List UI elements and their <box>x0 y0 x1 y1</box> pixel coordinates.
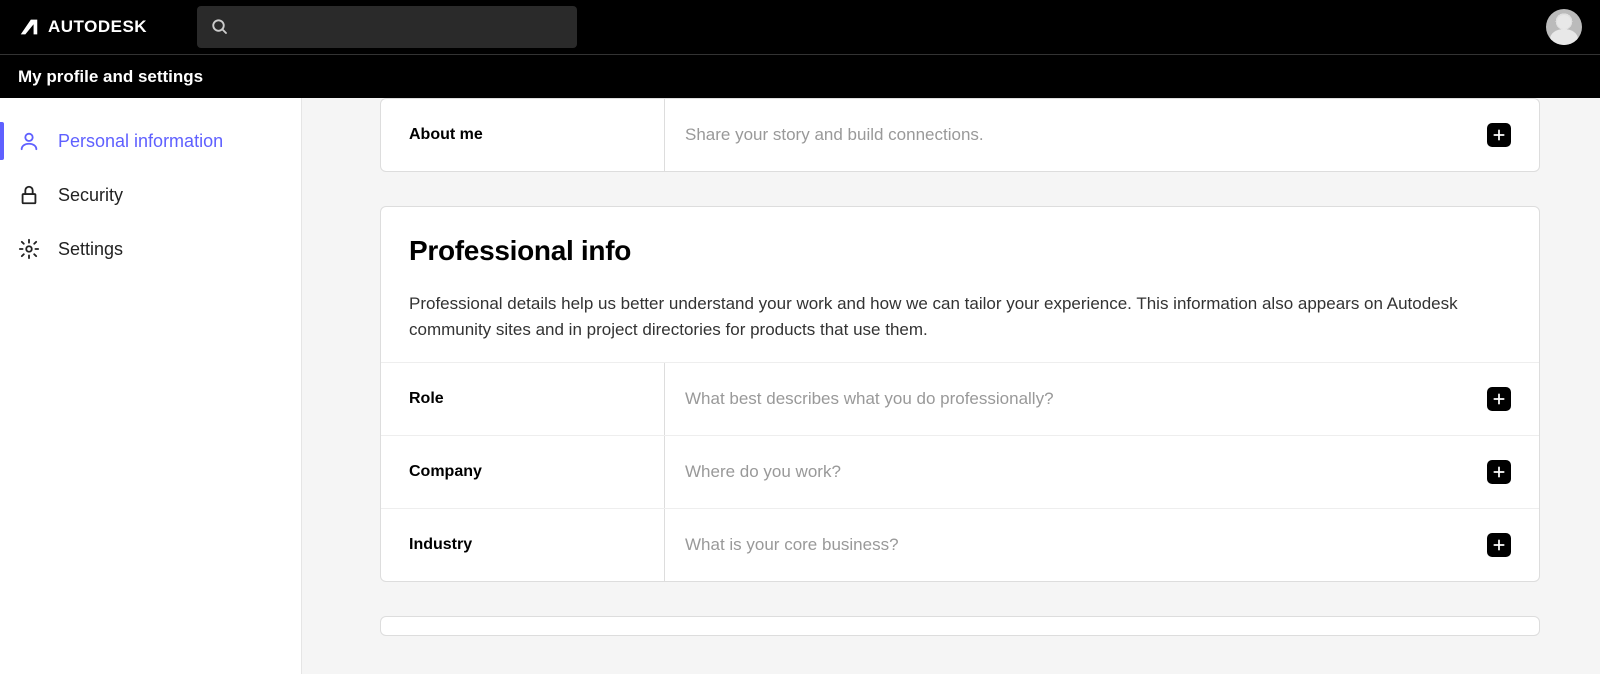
plus-icon <box>1492 392 1506 406</box>
role-row: Role What best describes what you do pro… <box>381 362 1539 435</box>
page-subheader: My profile and settings <box>0 54 1600 98</box>
settings-sidebar: Personal information Security Settings <box>0 98 302 674</box>
lock-icon <box>18 184 40 206</box>
industry-add-button[interactable] <box>1487 533 1511 557</box>
plus-icon <box>1492 128 1506 142</box>
role-label: Role <box>409 390 664 408</box>
search-input[interactable] <box>197 6 577 48</box>
sidebar-item-security[interactable]: Security <box>0 168 301 222</box>
about-me-add-button[interactable] <box>1487 123 1511 147</box>
top-nav-bar: AUTODESK <box>0 0 1600 54</box>
person-icon <box>18 130 40 152</box>
gear-icon <box>18 238 40 260</box>
industry-placeholder: What is your core business? <box>665 535 1487 555</box>
role-placeholder: What best describes what you do professi… <box>665 389 1487 409</box>
page-title: My profile and settings <box>18 67 203 87</box>
about-me-placeholder: Share your story and build connections. <box>665 125 1487 145</box>
next-card-peek <box>380 616 1540 636</box>
search-icon <box>211 18 229 36</box>
industry-row: Industry What is your core business? <box>381 508 1539 581</box>
about-me-row: About me Share your story and build conn… <box>381 99 1539 171</box>
sidebar-item-settings[interactable]: Settings <box>0 222 301 276</box>
professional-info-description: Professional details help us better unde… <box>409 291 1511 342</box>
professional-info-header: Professional info Professional details h… <box>381 207 1539 362</box>
company-label: Company <box>409 463 664 481</box>
user-avatar[interactable] <box>1546 9 1582 45</box>
company-add-button[interactable] <box>1487 460 1511 484</box>
main-content: About me Share your story and build conn… <box>302 98 1600 674</box>
about-me-label: About me <box>409 126 664 144</box>
professional-info-card: Professional info Professional details h… <box>380 206 1540 582</box>
plus-icon <box>1492 538 1506 552</box>
brand-name: AUTODESK <box>48 17 147 37</box>
sidebar-item-personal-information[interactable]: Personal information <box>0 114 301 168</box>
sidebar-item-label: Settings <box>58 239 123 260</box>
autodesk-logo-icon <box>18 16 40 38</box>
sidebar-item-label: Personal information <box>58 131 223 152</box>
plus-icon <box>1492 465 1506 479</box>
professional-info-title: Professional info <box>409 235 1511 267</box>
sidebar-item-label: Security <box>58 185 123 206</box>
industry-label: Industry <box>409 536 664 554</box>
role-add-button[interactable] <box>1487 387 1511 411</box>
about-me-card: About me Share your story and build conn… <box>380 98 1540 172</box>
brand-logo[interactable]: AUTODESK <box>18 16 147 38</box>
company-placeholder: Where do you work? <box>665 462 1487 482</box>
company-row: Company Where do you work? <box>381 435 1539 508</box>
